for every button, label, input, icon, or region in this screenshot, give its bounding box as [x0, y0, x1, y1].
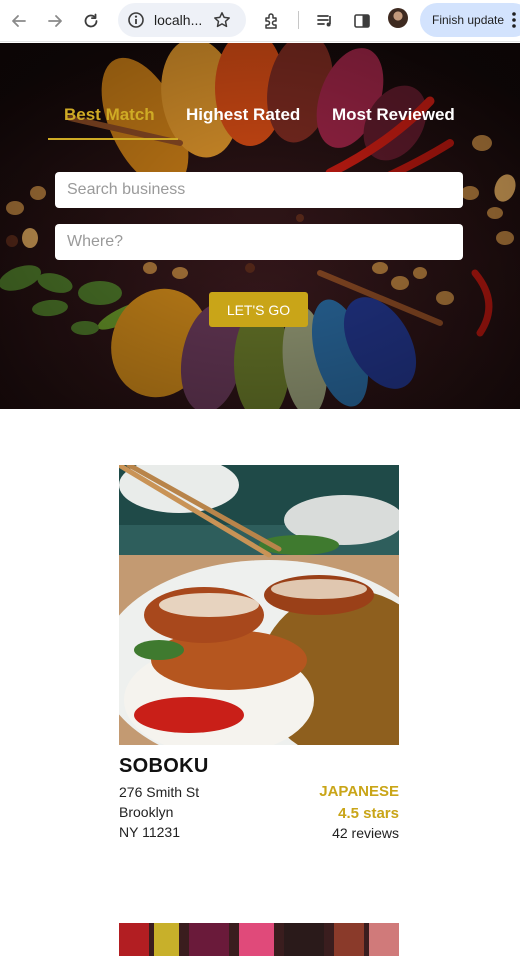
- active-tab-indicator: [48, 138, 178, 140]
- browser-toolbar: localh... Finish update: [0, 0, 520, 42]
- tab-highest-rated[interactable]: Highest Rated: [186, 105, 300, 139]
- next-business-photo[interactable]: [119, 923, 399, 956]
- review-count: 42 reviews: [332, 825, 399, 841]
- site-info-icon[interactable]: [126, 10, 146, 30]
- lets-go-button[interactable]: LET'S GO: [209, 292, 308, 327]
- tab-most-reviewed[interactable]: Most Reviewed: [332, 105, 455, 139]
- hero-banner: Best Match Highest Rated Most Reviewed L…: [0, 43, 520, 409]
- back-arrow-icon[interactable]: [7, 9, 31, 33]
- business-category: JAPANESE: [319, 783, 399, 800]
- business-name[interactable]: SOBOKU: [119, 755, 209, 778]
- search-business-input[interactable]: [55, 172, 463, 208]
- address-city: Brooklyn: [119, 804, 174, 820]
- address-street: 276 Smith St: [119, 784, 200, 800]
- profile-avatar[interactable]: [388, 8, 408, 28]
- more-menu-icon[interactable]: [510, 10, 518, 30]
- forward-arrow-icon[interactable]: [43, 9, 67, 33]
- url-text[interactable]: localh...: [154, 12, 202, 28]
- finish-update-button[interactable]: Finish update: [420, 3, 520, 37]
- sort-tabs: Best Match Highest Rated Most Reviewed: [0, 105, 520, 143]
- tab-best-match[interactable]: Best Match: [64, 105, 155, 139]
- extensions-icon[interactable]: [260, 9, 284, 33]
- finish-update-label: Finish update: [432, 13, 505, 27]
- toolbar-divider: [298, 11, 299, 29]
- reload-icon[interactable]: [79, 9, 103, 33]
- business-photo: [119, 465, 399, 745]
- address-state-zip: NY 11231: [119, 824, 180, 840]
- location-input[interactable]: [55, 224, 463, 260]
- bookmark-star-icon[interactable]: [212, 10, 232, 30]
- address-bar[interactable]: localh...: [118, 3, 246, 37]
- business-rating: 4.5 stars: [338, 805, 399, 822]
- media-control-icon[interactable]: [313, 9, 337, 33]
- side-panel-icon[interactable]: [350, 9, 374, 33]
